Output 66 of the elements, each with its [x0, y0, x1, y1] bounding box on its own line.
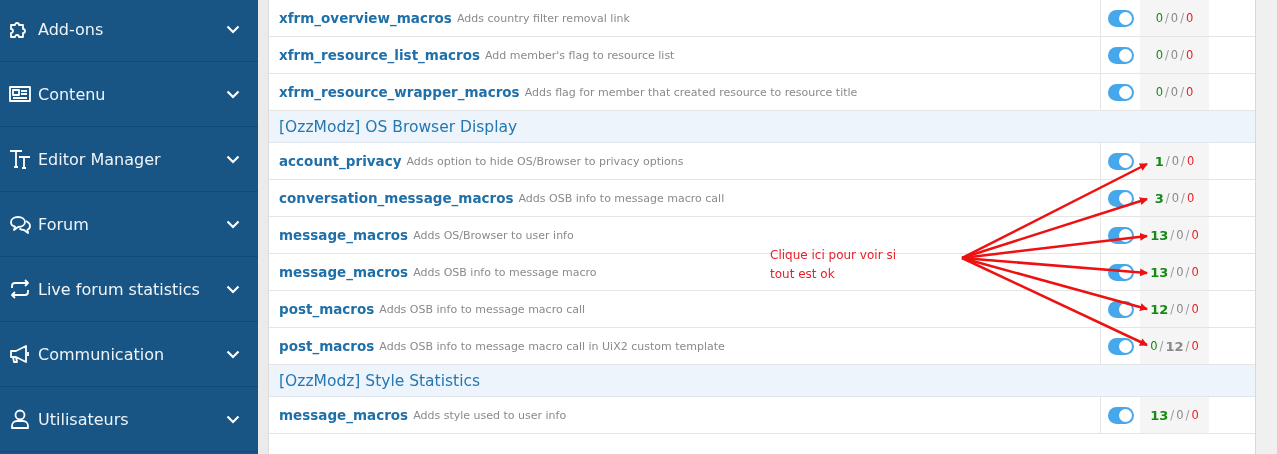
- listener-description: Adds option to hide OS/Browser to privacy options: [406, 154, 684, 168]
- listener-description: Adds OSB info to message macro call: [379, 302, 586, 316]
- listener-description: Adds OSB info to message macro call: [518, 191, 725, 205]
- listener-link[interactable]: message_macros: [279, 227, 409, 243]
- chevron-icon: [226, 284, 240, 294]
- megaphone-icon: [8, 342, 32, 366]
- sidebar-label: Utilisateurs: [38, 409, 130, 429]
- scrollbar[interactable]: [1255, 0, 1277, 454]
- sidebar-label: Communication: [38, 344, 166, 364]
- counts-cell[interactable]: 3/ 0 / 0: [1140, 180, 1209, 216]
- annotation-text: Clique ici pour voir si tout est ok: [770, 247, 896, 283]
- listener-link[interactable]: xfrm_resource_wrapper_macros: [279, 84, 520, 100]
- counts-cell[interactable]: 0 / 0 / 0: [1140, 37, 1209, 73]
- text-size-icon: [8, 147, 32, 171]
- sidebar-item[interactable]: Communication: [0, 322, 258, 387]
- listener-description: Add member's flag to resource list: [485, 48, 675, 62]
- sidebar-item[interactable]: Utilisateurs: [0, 387, 258, 452]
- sync-arrows-icon: [8, 277, 32, 301]
- toggle-switch[interactable]: [1107, 189, 1134, 207]
- chevron-icon: [226, 219, 240, 229]
- toggle-switch[interactable]: [1107, 9, 1134, 27]
- sidebar-item[interactable]: Forum: [0, 192, 258, 257]
- counts-cell[interactable]: 0 /12/ 0: [1140, 328, 1209, 364]
- section-title: [OzzModz] OS Browser Display: [279, 117, 518, 136]
- counts-cell[interactable]: 13/ 0 / 0: [1140, 254, 1209, 290]
- toggle-switch[interactable]: [1107, 152, 1134, 170]
- sidebar-label: Forum: [38, 214, 90, 234]
- counts-cell[interactable]: 0 / 0 / 0: [1140, 0, 1209, 36]
- listener-link[interactable]: message_macros: [279, 264, 409, 280]
- listener-link[interactable]: xfrm_resource_list_macros: [279, 47, 480, 63]
- sidebar-label: Live forum statistics: [38, 279, 201, 299]
- toggle-switch[interactable]: [1107, 337, 1134, 355]
- listener-link[interactable]: message_macros: [279, 407, 409, 423]
- chevron-icon: [226, 414, 240, 424]
- toggle-switch[interactable]: [1107, 406, 1134, 424]
- listener-description: Adds OSB info to message macro: [413, 265, 597, 279]
- counts-cell[interactable]: 13/ 0 / 0: [1140, 217, 1209, 253]
- listener-link[interactable]: xfrm_overview_macros: [279, 10, 452, 26]
- sidebar-item[interactable]: Add-ons: [0, 0, 258, 62]
- sidebar-label: Editor Manager: [38, 149, 162, 169]
- listener-description: Adds flag for member that created resource to resource title: [524, 85, 858, 99]
- counts-cell[interactable]: 13/ 0 / 0: [1140, 397, 1209, 433]
- listener-description: Adds country filter removal link: [456, 11, 630, 25]
- listener-link[interactable]: account_privacy: [279, 153, 402, 169]
- chevron-icon: [226, 349, 240, 359]
- sidebar-label: Contenu: [38, 84, 107, 104]
- chevron-icon: [226, 89, 240, 99]
- chevron-icon: [226, 24, 240, 34]
- listener-link[interactable]: post_macros: [279, 338, 375, 354]
- sidebar-item[interactable]: Live forum statistics: [0, 257, 258, 322]
- sidebar-item[interactable]: Contenu: [0, 62, 258, 127]
- counts-cell[interactable]: 0 / 0 / 0: [1140, 74, 1209, 110]
- toggle-switch[interactable]: [1107, 83, 1134, 101]
- listener-description: Adds OS/Browser to user info: [413, 228, 574, 242]
- user-icon: [8, 407, 32, 431]
- listener-link[interactable]: conversation_message_macros: [279, 190, 514, 206]
- section-title: [OzzModz] Style Statistics: [279, 371, 481, 390]
- toggle-switch[interactable]: [1107, 46, 1134, 64]
- sidebar-item[interactable]: Editor Manager: [0, 127, 258, 192]
- counts-cell[interactable]: 12/ 0 / 0: [1140, 291, 1209, 327]
- chevron-icon: [226, 154, 240, 164]
- counts-cell[interactable]: 1/ 0 / 0: [1140, 143, 1209, 179]
- listener-link[interactable]: post_macros: [279, 301, 375, 317]
- listener-description: Adds OSB info to message macro call in UiX2 custom template: [379, 339, 725, 353]
- listener-description: Adds style used to user info: [413, 408, 567, 422]
- sidebar-label: Add-ons: [38, 19, 105, 39]
